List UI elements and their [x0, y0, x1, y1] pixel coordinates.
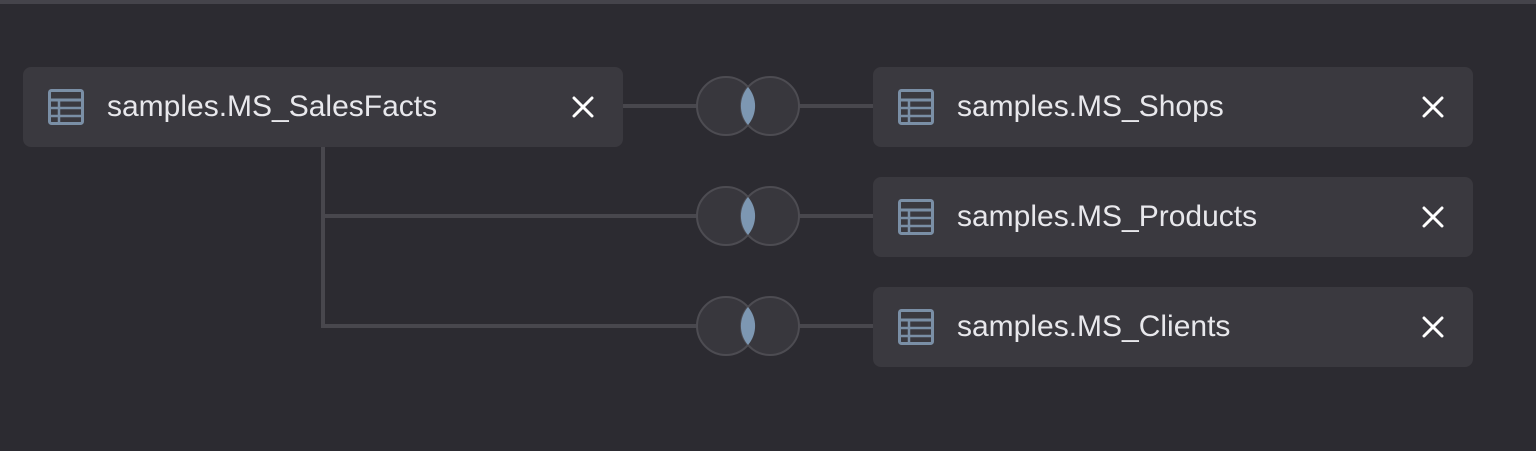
close-icon — [572, 96, 594, 118]
remove-table-button[interactable] — [1413, 307, 1453, 347]
table-icon — [898, 309, 934, 345]
close-icon — [1422, 206, 1444, 228]
join-type-button-clients[interactable] — [694, 295, 802, 357]
joined-table-card[interactable]: samples.MS_Shops — [873, 67, 1473, 147]
source-table-name: samples.MS_SalesFacts — [107, 90, 438, 123]
join-canvas: samples.MS_SalesFacts samples.MS_Shops s… — [0, 0, 1536, 451]
inner-join-icon — [696, 296, 800, 356]
table-icon — [898, 199, 934, 235]
inner-join-icon — [696, 186, 800, 246]
table-icon — [48, 89, 84, 125]
source-table-card[interactable]: samples.MS_SalesFacts — [23, 67, 623, 147]
remove-source-table-button[interactable] — [563, 87, 603, 127]
close-icon — [1422, 316, 1444, 338]
joined-table-name: samples.MS_Products — [957, 200, 1258, 233]
joined-table-card[interactable]: samples.MS_Clients — [873, 287, 1473, 367]
inner-join-icon — [696, 76, 800, 136]
joined-table-name: samples.MS_Shops — [957, 90, 1224, 123]
join-type-button-shops[interactable] — [694, 75, 802, 137]
close-icon — [1422, 96, 1444, 118]
remove-table-button[interactable] — [1413, 197, 1453, 237]
joined-table-name: samples.MS_Clients — [957, 310, 1231, 343]
table-icon — [898, 89, 934, 125]
remove-table-button[interactable] — [1413, 87, 1453, 127]
joined-table-card[interactable]: samples.MS_Products — [873, 177, 1473, 257]
join-type-button-products[interactable] — [694, 185, 802, 247]
